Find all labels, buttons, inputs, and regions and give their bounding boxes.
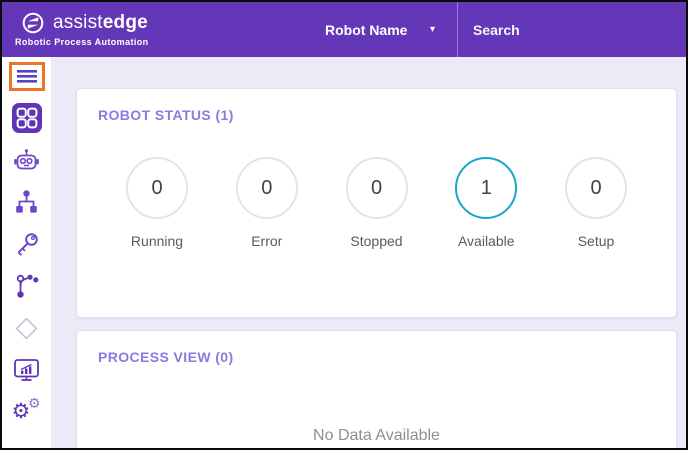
stat-running[interactable]: 0 Running xyxy=(115,157,199,249)
robot-icon xyxy=(14,149,39,170)
process-view-title: PROCESS VIEW (0) xyxy=(98,349,234,365)
robot-status-stats-row: 0 Running 0 Error 0 Stopped 1 Available … xyxy=(77,157,676,249)
branch-icon xyxy=(16,274,38,298)
logo-text-light: assist xyxy=(53,12,103,33)
brand-logo: assistedge Robotic Process Automation xyxy=(2,12,149,47)
stat-running-circle[interactable]: 0 xyxy=(126,157,188,219)
menu-icon xyxy=(16,69,37,83)
robot-name-dropdown[interactable]: Robot Name xyxy=(325,2,407,57)
app-header: assistedge Robotic Process Automation Ro… xyxy=(2,2,686,57)
process-view-card: PROCESS VIEW (0) No Data Available xyxy=(76,330,677,448)
sidebar-item-versions[interactable] xyxy=(7,272,47,300)
sidebar-item-deploy[interactable] xyxy=(7,314,47,342)
robot-status-title: ROBOT STATUS (1) xyxy=(98,107,234,123)
stat-stopped-label: Stopped xyxy=(350,233,403,249)
settings-gear-small-icon: ⚙ xyxy=(27,395,41,411)
stat-available[interactable]: 1 Available xyxy=(444,157,528,249)
stat-available-circle[interactable]: 1 xyxy=(455,157,518,219)
diamond-icon xyxy=(15,316,38,340)
hierarchy-icon xyxy=(16,190,37,213)
sidebar-item-hierarchy[interactable] xyxy=(7,188,47,216)
stat-stopped[interactable]: 0 Stopped xyxy=(335,157,419,249)
main-content: ROBOT STATUS (1) 0 Running 0 Error 0 Sto… xyxy=(51,57,686,448)
stat-error[interactable]: 0 Error xyxy=(225,157,309,249)
stat-stopped-circle[interactable]: 0 xyxy=(345,157,408,219)
stat-error-circle[interactable]: 0 xyxy=(235,157,298,219)
stat-available-label: Available xyxy=(457,233,515,249)
stat-error-label: Error xyxy=(251,233,283,249)
header-divider xyxy=(457,2,458,57)
assistedge-logo-icon xyxy=(22,12,44,34)
sidebar-item-credentials[interactable] xyxy=(7,230,47,258)
robot-status-card: ROBOT STATUS (1) 0 Running 0 Error 0 Sto… xyxy=(76,88,677,318)
dashboard-grid-icon xyxy=(11,103,42,133)
sidebar-item-dashboard[interactable] xyxy=(7,103,47,133)
search-button[interactable]: Search xyxy=(473,2,520,57)
monitor-chart-icon xyxy=(14,358,39,381)
sidebar-nav: ⚙ ⚙ xyxy=(2,57,51,448)
sidebar-item-robots[interactable] xyxy=(7,146,47,174)
menu-highlight-box xyxy=(8,61,45,91)
stat-setup-label: Setup xyxy=(577,233,615,249)
logo-subtitle: Robotic Process Automation xyxy=(15,37,149,47)
stat-running-label: Running xyxy=(130,233,184,249)
assistedge-dashboard: { "header": { "logo_light": "assist", "l… xyxy=(0,0,688,450)
key-icon xyxy=(17,233,38,256)
stat-setup[interactable]: 0 Setup xyxy=(554,157,638,249)
no-data-message: No Data Available xyxy=(313,427,440,444)
logo-wordmark: assistedge xyxy=(53,12,148,34)
chevron-down-icon[interactable]: ▾ xyxy=(430,2,435,57)
logo-text-bold: edge xyxy=(102,12,148,33)
sidebar-item-reports[interactable] xyxy=(7,356,47,384)
stat-setup-circle[interactable]: 0 xyxy=(565,157,627,219)
sidebar-item-settings[interactable]: ⚙ ⚙ xyxy=(7,395,47,426)
sidebar-item-menu[interactable] xyxy=(7,61,47,91)
